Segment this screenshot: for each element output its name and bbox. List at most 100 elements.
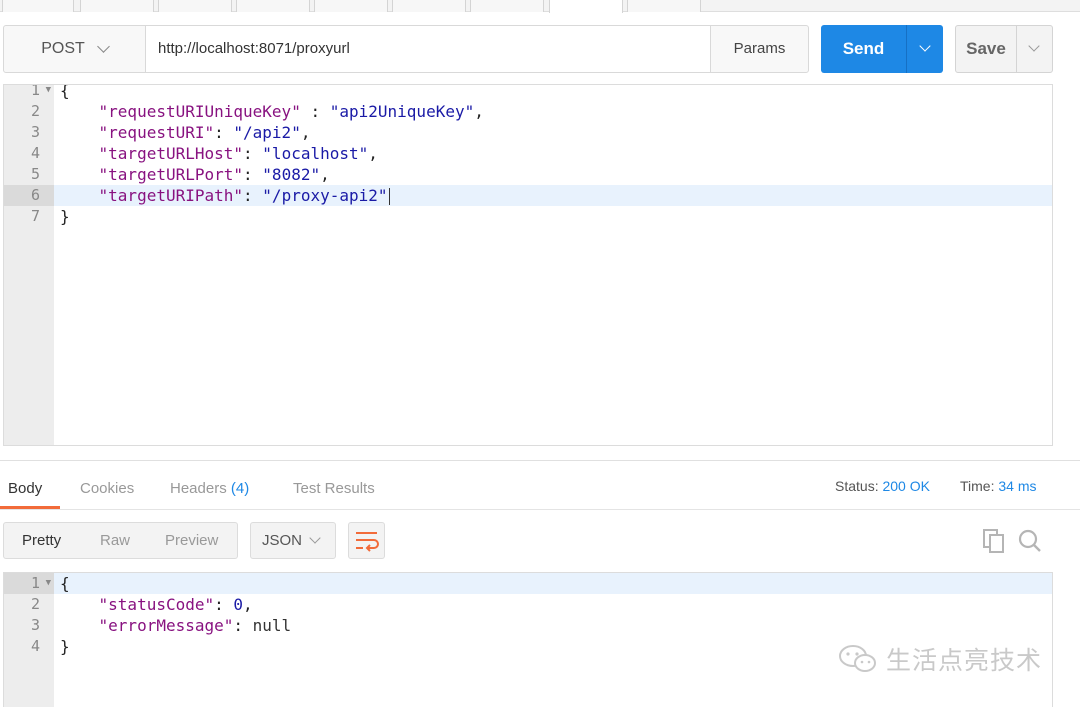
time-readout: Time: 34 ms — [960, 478, 1037, 494]
line-number: 5 — [30, 165, 40, 183]
chevron-down-icon — [309, 532, 321, 544]
request-tab[interactable] — [158, 0, 232, 12]
code-line: 3 "errorMessage": null — [4, 615, 1052, 636]
json-end: , — [320, 165, 330, 184]
chevron-down-icon — [919, 40, 931, 52]
json-key: "targetURIPath" — [98, 186, 244, 205]
line-number: 6 — [4, 185, 54, 206]
search-icon[interactable] — [1018, 529, 1042, 553]
tab-test-results[interactable]: Test Results — [293, 480, 375, 497]
save-label: Save — [966, 39, 1006, 58]
request-tab[interactable] — [236, 0, 310, 12]
request-tab[interactable] — [470, 0, 544, 12]
text-cursor — [388, 188, 390, 205]
code-line: 1 ▼ { — [4, 84, 1052, 101]
json-sep: : — [243, 165, 263, 184]
send-dropdown[interactable] — [906, 25, 943, 73]
code-text: } — [60, 637, 70, 656]
code-line: 3 "requestURI": "/api2", — [4, 122, 1052, 143]
preview-button[interactable]: Preview — [165, 523, 218, 558]
response-body-viewer[interactable]: 1 ▼ { 2 "statusCode": 0, 3 "errorMessage"… — [3, 572, 1053, 707]
json-key: "statusCode" — [98, 595, 215, 614]
raw-button[interactable]: Raw — [100, 523, 130, 558]
json-value: "api2UniqueKey" — [329, 102, 475, 121]
send-label: Send — [842, 39, 885, 58]
json-sep: : — [243, 186, 263, 205]
active-tab-underline — [0, 506, 60, 509]
request-tab-active[interactable] — [549, 0, 623, 13]
json-value: "localhost" — [262, 144, 369, 163]
response-tabs: Body Cookies Headers (4) Test Results St… — [0, 470, 1080, 510]
code-line: 2 "requestURIUniqueKey" : "api2UniqueKey… — [4, 101, 1052, 122]
json-sep: : — [300, 102, 330, 121]
json-sep: : — [243, 144, 263, 163]
code-text: { — [60, 574, 70, 593]
json-value: "/api2" — [233, 123, 301, 142]
save-button[interactable]: Save — [955, 25, 1053, 73]
save-dropdown[interactable] — [1016, 26, 1052, 72]
line-number: 7 — [30, 207, 40, 225]
tab-headers-label: Headers — [170, 480, 227, 497]
status-readout: Status: 200 OK — [835, 478, 930, 494]
chevron-down-icon — [1028, 40, 1040, 52]
wrap-lines-icon — [356, 532, 379, 552]
code-line-active: 1 ▼ { — [4, 573, 1052, 594]
watermark: 生活点亮技术 — [838, 641, 1048, 677]
url-input[interactable] — [146, 26, 710, 72]
json-end: , — [368, 144, 378, 163]
code-text: { — [60, 84, 70, 100]
json-end: , — [243, 595, 253, 614]
request-tab-strip — [0, 0, 1080, 13]
tab-body[interactable]: Body — [8, 480, 42, 497]
params-button[interactable]: Params — [710, 26, 808, 72]
json-sep: : — [214, 123, 234, 142]
code-line: 2 "statusCode": 0, — [4, 594, 1052, 615]
json-value: null — [252, 616, 292, 635]
tab-cookies[interactable]: Cookies — [80, 480, 134, 497]
view-mode-toggle: Pretty Raw Preview — [3, 522, 238, 559]
json-key: "requestURIUniqueKey" — [98, 102, 301, 121]
json-key: "targetURLHost" — [98, 144, 244, 163]
json-key: "targetURLPort" — [98, 165, 244, 184]
json-sep: : — [214, 595, 234, 614]
format-label: JSON — [262, 532, 303, 549]
request-bar: POST Params — [3, 25, 809, 73]
wrap-lines-button[interactable] — [348, 522, 385, 559]
watermark-text: 生活点亮技术 — [886, 646, 1043, 675]
request-body-editor[interactable]: 1 ▼ { 2 "requestURIUniqueKey" : "api2Uniq… — [3, 84, 1053, 446]
section-divider — [0, 460, 1080, 461]
code-line: 5 "targetURLPort": "8082", — [4, 164, 1052, 185]
send-button[interactable]: Send — [821, 25, 943, 73]
method-select[interactable]: POST — [4, 26, 146, 72]
fold-arrow-icon[interactable]: ▼ — [46, 573, 51, 594]
json-sep: : — [233, 616, 253, 635]
code-line: 7 } — [4, 206, 1052, 227]
status-value: 200 OK — [882, 478, 930, 494]
line-number: 2 — [30, 102, 40, 120]
request-tab[interactable] — [627, 0, 701, 12]
pretty-button[interactable]: Pretty — [22, 523, 61, 558]
status-label: Status: — [835, 478, 879, 494]
line-number: 1 — [30, 574, 40, 592]
fold-arrow-icon[interactable]: ▼ — [46, 85, 51, 101]
code-text: } — [60, 207, 70, 226]
format-select[interactable]: JSON — [250, 522, 336, 559]
wechat-icon — [839, 645, 876, 672]
time-value: 34 ms — [998, 478, 1037, 494]
json-value: 0 — [233, 595, 244, 614]
json-end: , — [474, 102, 484, 121]
line-number: 4 — [30, 637, 40, 655]
request-tab[interactable] — [392, 0, 466, 12]
headers-count-badge: (4) — [230, 480, 250, 497]
copy-icon[interactable] — [983, 529, 1005, 553]
request-tab[interactable] — [314, 0, 388, 12]
tab-headers[interactable]: Headers (4) — [170, 480, 249, 497]
request-tab[interactable] — [80, 0, 154, 12]
json-value: "/proxy-api2" — [262, 186, 388, 205]
json-key: "requestURI" — [98, 123, 215, 142]
line-number: 2 — [30, 595, 40, 613]
method-label: POST — [41, 40, 85, 57]
chevron-down-icon — [96, 39, 110, 53]
request-tab[interactable] — [2, 0, 74, 12]
line-number: 4 — [30, 144, 40, 162]
